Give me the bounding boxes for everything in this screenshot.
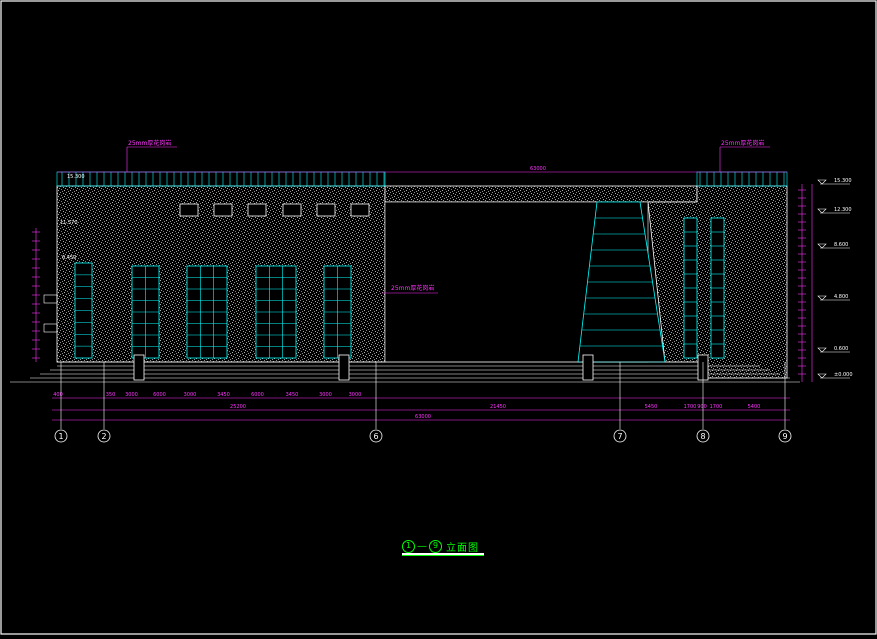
- right-elevation-marks: 15.300 12.300 8.600 4.800 0.600 ±0.000: [817, 178, 853, 379]
- title-dash: —: [417, 540, 427, 552]
- right-elevation-label: 0.600: [834, 346, 848, 352]
- dimension-label: 3450: [286, 392, 299, 398]
- upper-window: [316, 203, 336, 217]
- upper-window: [213, 203, 233, 217]
- right-elevation-label: 12.300: [834, 207, 852, 213]
- title-text: 立面图: [446, 542, 479, 554]
- axis-label: 1: [58, 432, 63, 441]
- upper-window: [282, 203, 302, 217]
- dimension-label: 25200: [230, 404, 246, 410]
- right-elevation-label: 15.300: [834, 178, 852, 184]
- dimension-label: 1700: [710, 404, 723, 410]
- dimension-label: 350: [106, 392, 116, 398]
- axis-label: 6: [373, 432, 378, 441]
- axis-label: 2: [101, 432, 106, 441]
- axis-label: 9: [782, 432, 787, 441]
- upper-bridge-beam: [384, 185, 698, 203]
- elevation-marker: [817, 295, 827, 301]
- dimension-label: 21450: [490, 404, 506, 410]
- title-underline: [402, 553, 484, 556]
- right-elevation-label: 8.600: [834, 242, 848, 248]
- dimension-label: 5450: [645, 404, 658, 410]
- elevation-marker: [817, 373, 827, 379]
- elevation-marker: [817, 243, 827, 249]
- dimension-label: 900: [697, 404, 707, 410]
- dimension-label: 5400: [748, 404, 761, 410]
- upper-window: [350, 203, 370, 217]
- note-cladding-mid: 25mm厚花岗岩: [391, 284, 434, 292]
- bottom-dimension-labels: 400 350 3000 6000 3000 3450 6000 3450 3000 3000 25…: [53, 392, 760, 420]
- truss-posts: [61, 172, 785, 186]
- left-elevation-top: 15.300: [67, 174, 85, 180]
- dimension-label: 3000: [319, 392, 332, 398]
- elevation-marker: [817, 347, 827, 353]
- dimension-label: 3000: [349, 392, 362, 398]
- elevation-marker: [817, 179, 827, 185]
- note-cladding-left: 25mm厚花岗岩: [128, 139, 171, 147]
- title-axis-to: 9: [429, 539, 442, 553]
- entrance-steps: [10, 361, 800, 383]
- elevation-marker: [817, 208, 827, 214]
- left-parapet-truss: [56, 171, 386, 187]
- dimension-label: 3000: [125, 392, 138, 398]
- title-axis-from: 1: [402, 539, 415, 553]
- left-elevation-low: 6.450: [62, 255, 76, 261]
- left-elevation-mid: 11.570: [60, 220, 78, 226]
- top-overall-dimension: 63000: [530, 166, 546, 172]
- dimension-label: 6000: [153, 392, 166, 398]
- axis-label: 8: [700, 432, 705, 441]
- upper-window: [179, 203, 199, 217]
- right-elevation-label: ±0.000: [834, 372, 853, 378]
- right-elevation-label: 4.800: [834, 294, 848, 300]
- dimension-label: 6000: [251, 392, 264, 398]
- dimension-label: 63000: [415, 414, 431, 420]
- dimension-label: 3000: [184, 392, 197, 398]
- note-cladding-right: 25mm厚花岗岩: [721, 139, 764, 147]
- axis-label: 7: [617, 432, 622, 441]
- dimension-label: 400: [53, 392, 63, 398]
- dimension-label: 3450: [217, 392, 230, 398]
- dimension-label: 1700: [684, 404, 697, 410]
- upper-window: [247, 203, 267, 217]
